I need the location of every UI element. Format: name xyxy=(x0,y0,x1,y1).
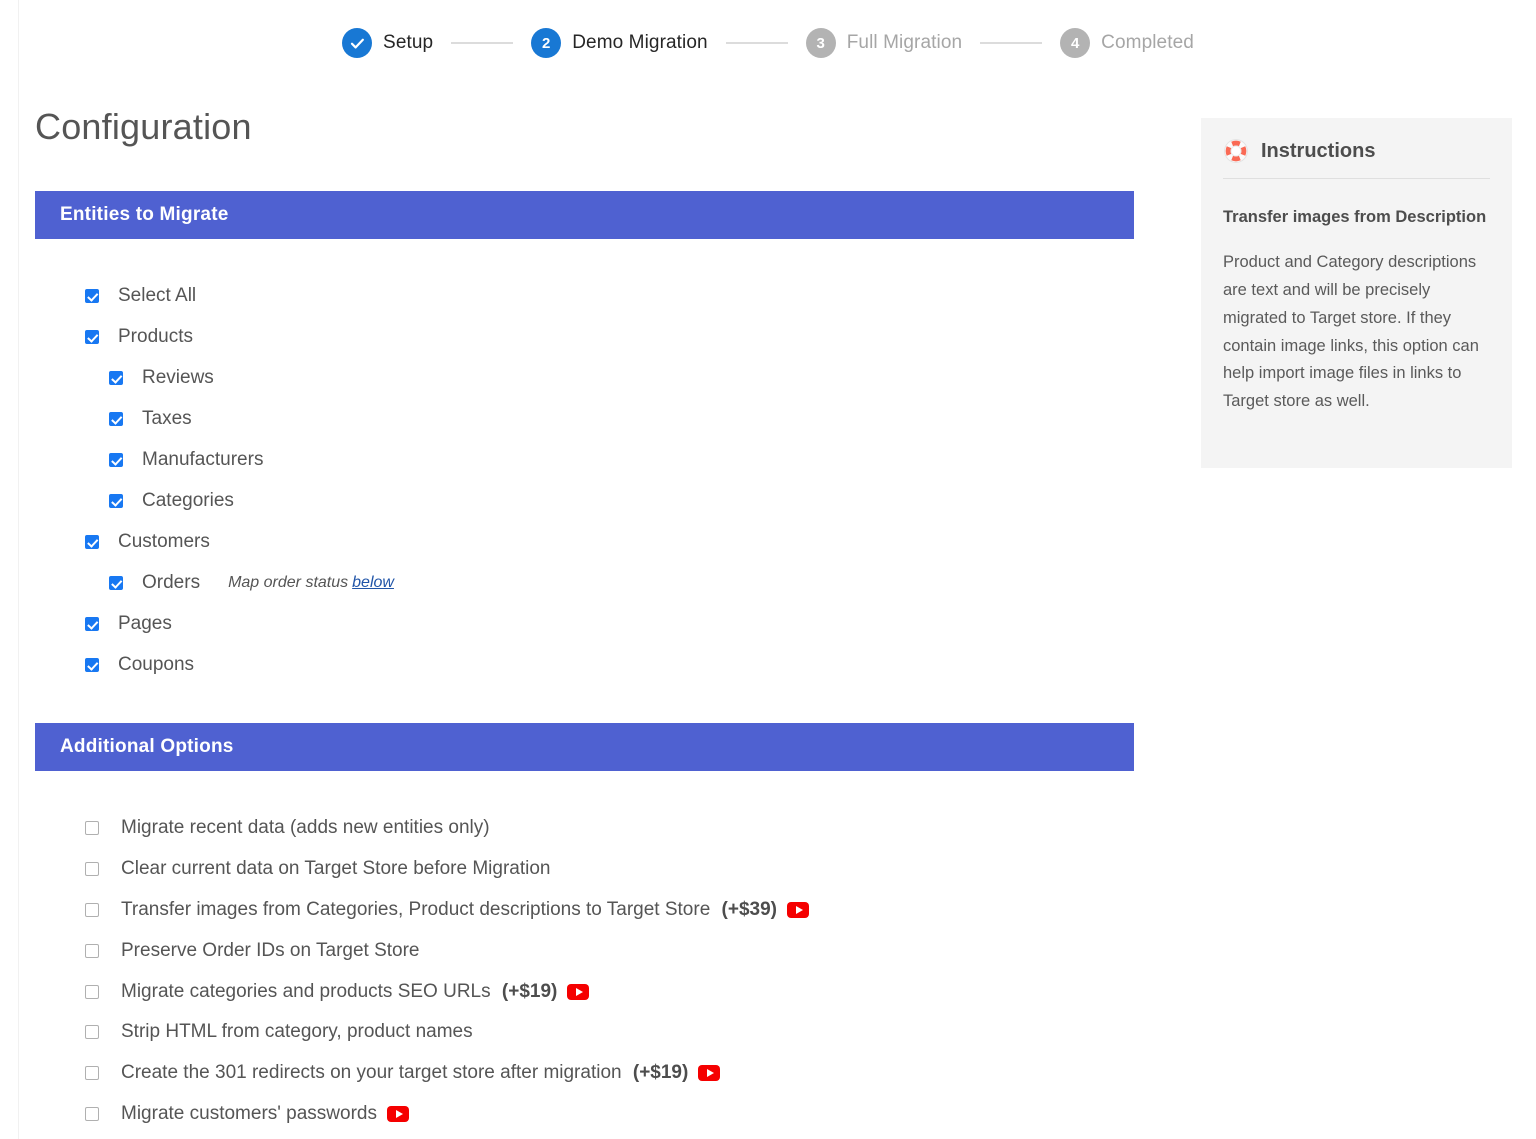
checkbox-label: Taxes xyxy=(142,408,192,430)
checkbox-label: Categories xyxy=(142,490,234,512)
checkbox-label: Orders xyxy=(142,572,200,594)
order-status-hint: Map order statusbelow xyxy=(228,574,394,592)
option-row[interactable]: Migrate categories and products SEO URLs… xyxy=(35,971,1134,1012)
instructions-title: Instructions xyxy=(1261,140,1375,163)
option-label: Migrate recent data (adds new entities o… xyxy=(121,817,490,839)
migration-stepper: Setup 2 Demo Migration 3 Full Migration 4 Comp… xyxy=(0,0,1536,86)
checkbox-label: Products xyxy=(118,326,193,348)
instructions-body: Product and Category descriptions are te… xyxy=(1223,249,1490,415)
entity-row[interactable]: Reviews xyxy=(35,357,1134,398)
migration-configuration-page: Setup 2 Demo Migration 3 Full Migration 4 Comp… xyxy=(0,0,1536,1139)
stepper-connector xyxy=(726,42,788,44)
option-label: Strip HTML from category, product names xyxy=(121,1021,473,1043)
entity-row[interactable]: Pages xyxy=(35,603,1134,644)
option-row[interactable]: Preserve Order IDs on Target Store xyxy=(35,930,1134,971)
entity-row[interactable]: Customers xyxy=(35,521,1134,562)
option-row[interactable]: Migrate recent data (adds new entities o… xyxy=(35,808,1134,849)
checkbox-create-the-301-redirects-on-your-target-st[interactable] xyxy=(85,1066,99,1080)
checkbox-migrate-customers-passwords[interactable] xyxy=(85,1107,99,1121)
option-row[interactable]: Migrate customers' passwords xyxy=(35,1094,1134,1135)
checkbox-categories[interactable] xyxy=(109,494,123,508)
stepper-connector xyxy=(451,42,513,44)
youtube-video-icon[interactable] xyxy=(387,1106,409,1122)
youtube-video-icon[interactable] xyxy=(787,902,809,918)
stepper-step-setup[interactable]: Setup xyxy=(342,28,433,58)
section-header-additional-options: Additional Options xyxy=(35,723,1134,771)
checkbox-label: Pages xyxy=(118,613,172,635)
entity-row[interactable]: Select All xyxy=(35,275,1134,316)
option-row[interactable]: Clear current data on Target Store befor… xyxy=(35,849,1134,890)
entity-row[interactable]: Orders Map order statusbelow xyxy=(35,562,1134,603)
checkbox-strip-html-from-category-product-names[interactable] xyxy=(85,1025,99,1039)
stepper-label: Full Migration xyxy=(847,32,962,54)
option-label: Create the 301 redirects on your target … xyxy=(121,1062,688,1084)
stepper-step-full-migration[interactable]: 3 Full Migration xyxy=(806,28,962,58)
checkbox-transfer-images-from-categories-product-de[interactable] xyxy=(85,903,99,917)
stepper-number: 3 xyxy=(806,28,836,58)
option-label: Transfer images from Categories, Product… xyxy=(121,899,777,921)
option-row[interactable]: Strip HTML from category, product names xyxy=(35,1012,1134,1053)
stepper-label: Demo Migration xyxy=(572,32,708,54)
stepper-connector xyxy=(980,42,1042,44)
entity-row[interactable]: Products xyxy=(35,316,1134,357)
checkbox-migrate-recent-data-adds-new-entities-only[interactable] xyxy=(85,821,99,835)
checkbox-coupons[interactable] xyxy=(85,658,99,672)
checkbox-products[interactable] xyxy=(85,330,99,344)
instructions-header: Instructions xyxy=(1201,118,1512,164)
checkbox-label: Coupons xyxy=(118,654,194,676)
checkbox-label: Customers xyxy=(118,531,210,553)
checkbox-customers[interactable] xyxy=(85,535,99,549)
checkbox-manufacturers[interactable] xyxy=(109,453,123,467)
stepper-label: Setup xyxy=(383,32,433,54)
additional-options-list: Migrate recent data (adds new entities o… xyxy=(35,808,1134,1134)
checkbox-clear-current-data-on-target-store-before-[interactable] xyxy=(85,862,99,876)
stepper-label: Completed xyxy=(1101,32,1194,54)
checkbox-reviews[interactable] xyxy=(109,371,123,385)
option-row[interactable]: Transfer images from Categories, Product… xyxy=(35,890,1134,931)
checkbox-orders[interactable] xyxy=(109,576,123,590)
section-header-entities: Entities to Migrate xyxy=(35,191,1134,239)
option-price-badge: (+$19) xyxy=(633,1062,688,1083)
stepper-step-completed[interactable]: 4 Completed xyxy=(1060,28,1194,58)
instructions-subtitle: Transfer images from Description xyxy=(1223,205,1490,229)
checkbox-pages[interactable] xyxy=(85,617,99,631)
checkbox-select-all[interactable] xyxy=(85,289,99,303)
option-label: Migrate categories and products SEO URLs… xyxy=(121,981,557,1003)
checkbox-label: Select All xyxy=(118,285,196,307)
option-price-badge: (+$19) xyxy=(502,981,557,1002)
stepper-number: 2 xyxy=(531,28,561,58)
option-row[interactable]: Create the 301 redirects on your target … xyxy=(35,1053,1134,1094)
entities-checkbox-list: Select All Products Reviews Taxes Manufactur… xyxy=(35,275,1134,685)
option-label: Clear current data on Target Store befor… xyxy=(121,858,551,880)
stepper-number: 4 xyxy=(1060,28,1090,58)
check-icon xyxy=(342,28,372,58)
stepper-step-demo-migration[interactable]: 2 Demo Migration xyxy=(531,28,708,58)
left-gutter-rule xyxy=(18,0,19,1139)
entity-row[interactable]: Categories xyxy=(35,480,1134,521)
checkbox-label: Manufacturers xyxy=(142,449,263,471)
option-label: Preserve Order IDs on Target Store xyxy=(121,940,420,962)
map-order-status-link[interactable]: below xyxy=(352,574,394,591)
page-title: Configuration xyxy=(35,106,252,148)
youtube-video-icon[interactable] xyxy=(698,1065,720,1081)
instructions-panel: Instructions Transfer images from Descri… xyxy=(1201,118,1512,468)
checkbox-preserve-order-ids-on-target-store[interactable] xyxy=(85,944,99,958)
option-price-badge: (+$39) xyxy=(722,899,777,920)
entity-row[interactable]: Manufacturers xyxy=(35,439,1134,480)
instructions-divider xyxy=(1223,178,1490,179)
youtube-video-icon[interactable] xyxy=(567,984,589,1000)
entity-row[interactable]: Coupons xyxy=(35,644,1134,685)
checkbox-migrate-categories-and-products-seo-urls[interactable] xyxy=(85,985,99,999)
lifebuoy-icon xyxy=(1223,138,1249,164)
option-label: Migrate customers' passwords xyxy=(121,1103,377,1125)
checkbox-label: Reviews xyxy=(142,367,214,389)
checkbox-taxes[interactable] xyxy=(109,412,123,426)
entity-row[interactable]: Taxes xyxy=(35,398,1134,439)
